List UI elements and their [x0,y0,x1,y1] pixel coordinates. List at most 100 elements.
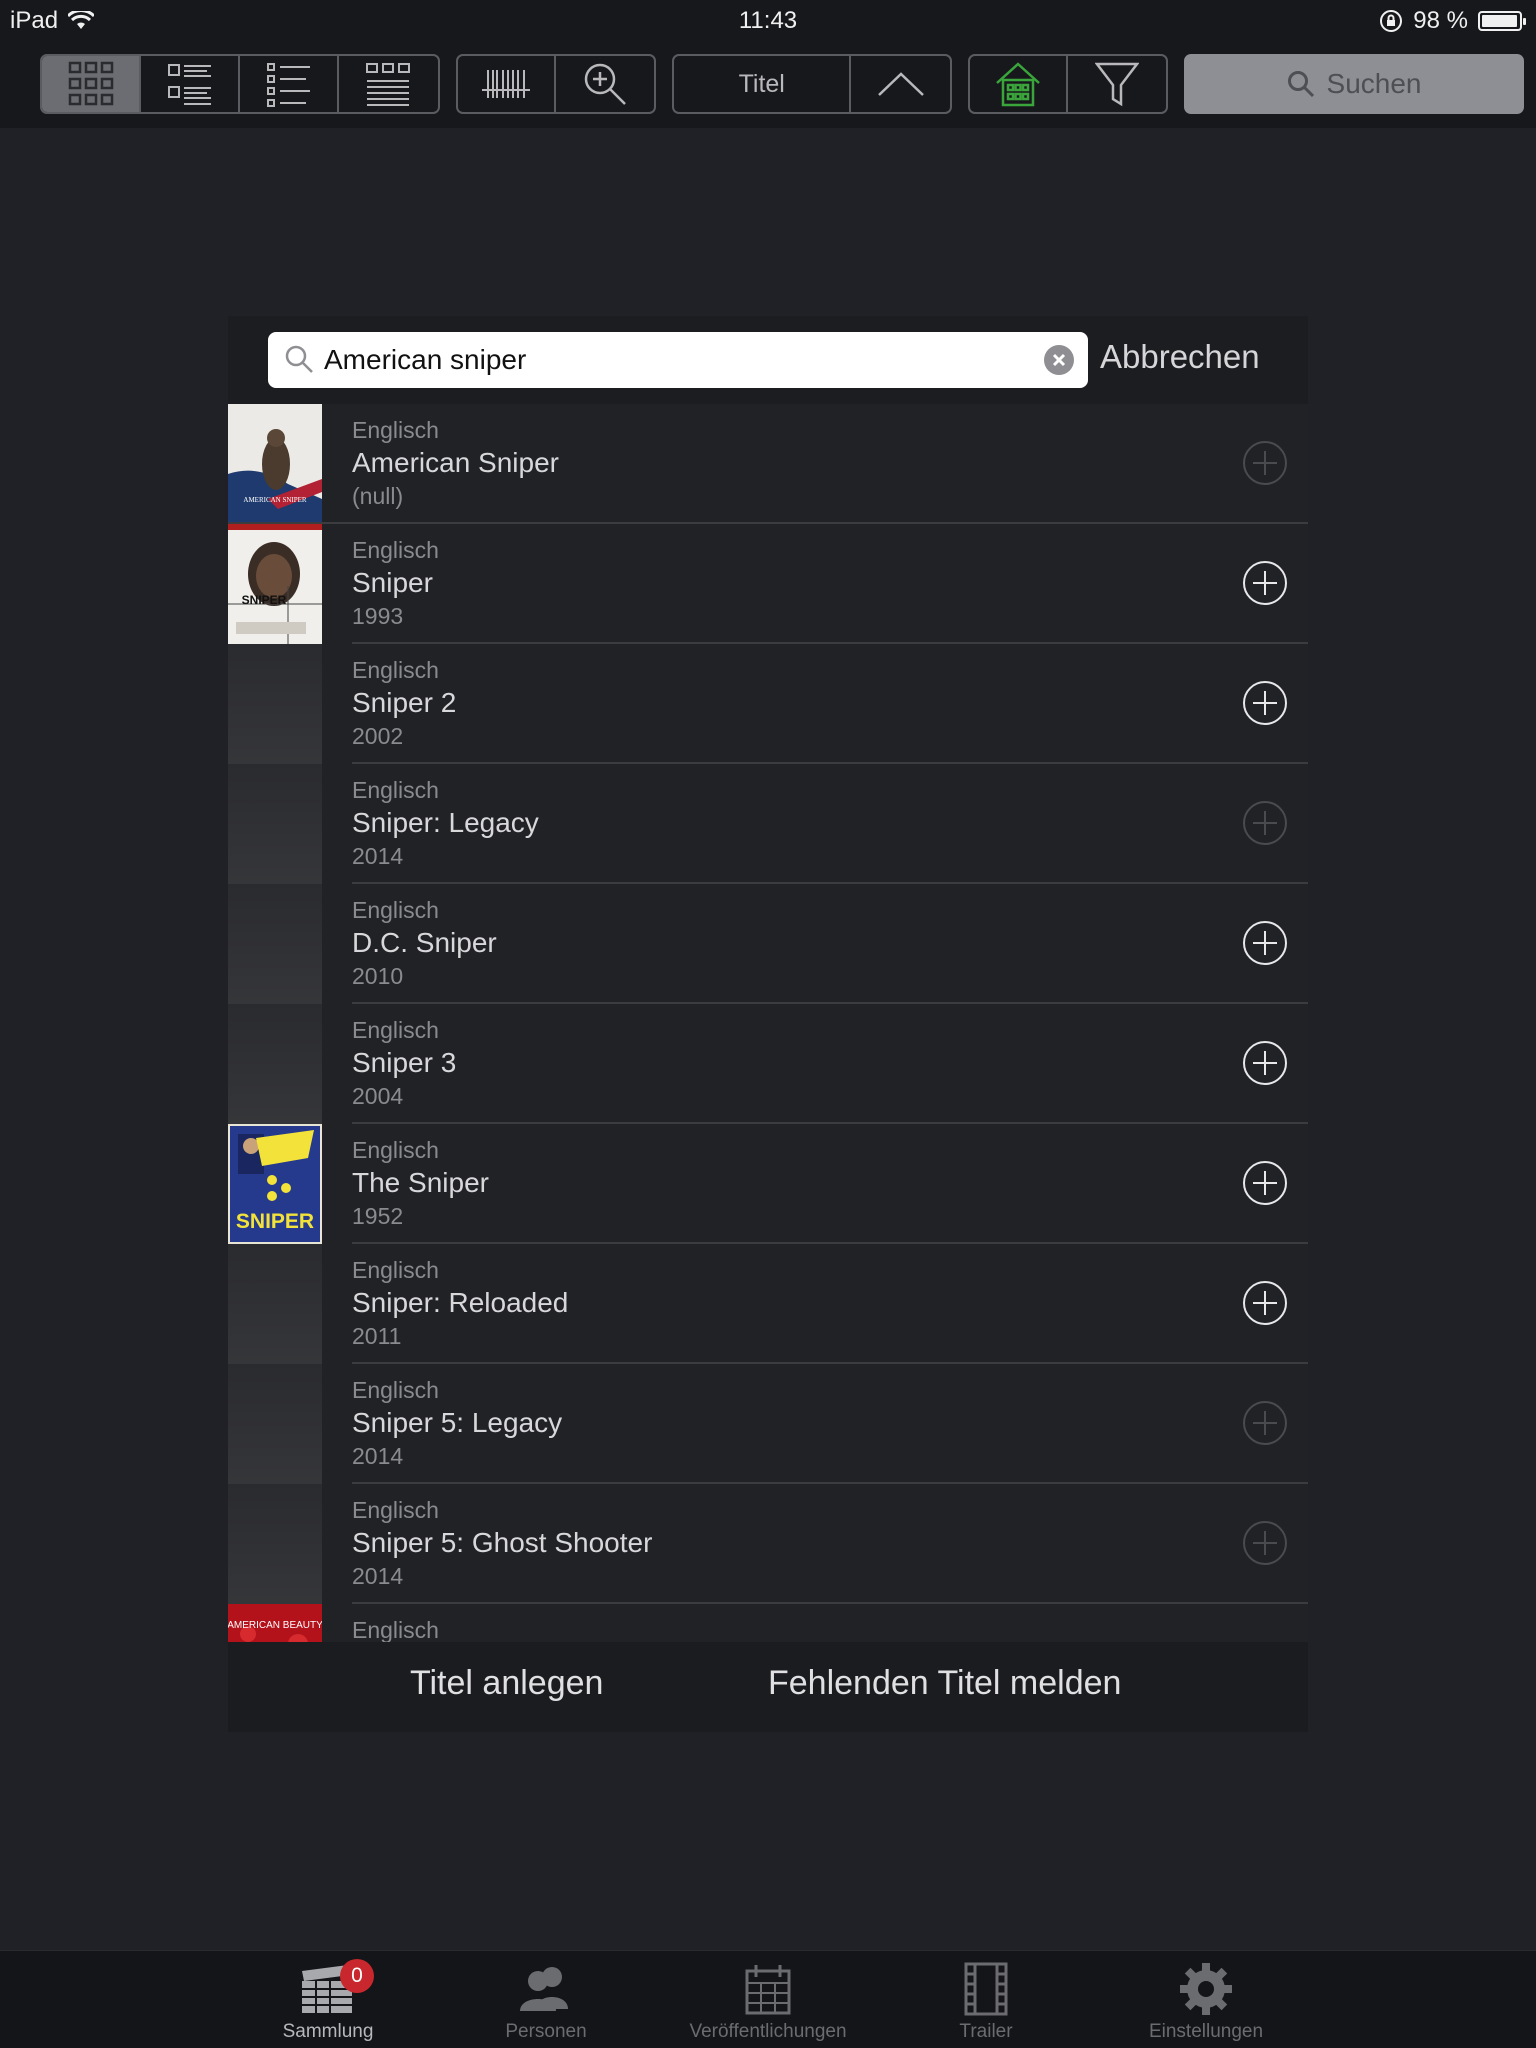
result-row[interactable]: Englisch Sniper: Reloaded 2011 [228,1244,1308,1364]
search-icon [285,345,313,373]
battery-percent: 98 % [1413,7,1468,34]
search-field[interactable] [268,332,1088,388]
result-language: Englisch [352,1497,439,1523]
tools-segment [456,54,656,114]
result-title: D.C. Sniper [352,927,497,958]
result-year: 2010 [352,963,404,989]
result-language: Englisch [352,537,439,563]
tab-einstellungen[interactable]: Einstellungen [1106,1959,1306,2043]
result-language: Englisch [352,417,439,443]
result-year: 1952 [352,1203,404,1229]
result-language: Englisch [352,1377,439,1403]
tab-trailer[interactable]: Trailer [886,1959,1086,2043]
search-button-label: Suchen [1326,68,1422,99]
search-input[interactable] [324,332,1024,388]
result-title: Sniper [352,567,433,598]
report-missing-title-button[interactable]: Fehlenden Titel melden [768,1664,1121,1703]
result-year: 1993 [352,603,404,629]
result-row[interactable]: AMERICAN SNIPER Englisch American Sniper (n… [228,404,1308,524]
plus-circle-icon [1243,921,1287,965]
list-view-button[interactable] [240,56,339,112]
popover-footer: Titel anlegen Fehlenden Titel melden [228,1642,1308,1732]
poster-title: AMERICAN BEAUTY [228,1620,322,1631]
add-title-button[interactable] [1242,440,1288,486]
result-row[interactable]: Englisch Sniper 5: Legacy 2014 [228,1364,1308,1484]
plus-circle-icon [1243,681,1287,725]
search-bar: Abbrechen [228,316,1308,404]
view-mode-segment [40,54,440,114]
plus-circle-icon [1243,1161,1287,1205]
gear-icon [1180,1963,1232,2015]
poster-placeholder [228,1364,322,1484]
list-icon [266,63,310,107]
result-row[interactable]: Englisch D.C. Sniper 2010 [228,884,1308,1004]
create-title-button[interactable]: Titel anlegen [410,1664,603,1703]
result-row[interactable]: Englisch Sniper 2 2002 [228,644,1308,764]
clear-search-button[interactable] [1044,345,1074,375]
poster-title: SNIPER [242,593,287,607]
plus-circle-icon [1243,801,1287,845]
detail-list-view-button[interactable] [141,56,240,112]
result-language: Englisch [352,1257,439,1283]
result-row[interactable]: AMERICAN BEAUTY Englisch [228,1604,1308,1642]
toolbar: Titel Suchen [0,40,1536,128]
cancel-button[interactable]: Abbrechen [1100,338,1260,376]
add-title-button[interactable] [1242,800,1288,846]
add-title-button[interactable] [1242,1520,1288,1566]
battery-icon [1478,11,1526,31]
result-row[interactable]: Englisch Sniper 3 2004 [228,1004,1308,1124]
result-row[interactable]: SNIPER Englisch Sniper 1993 [228,524,1308,644]
sort-direction-button[interactable] [851,56,950,112]
barcode-button[interactable] [458,56,557,112]
add-title-button[interactable] [1242,680,1288,726]
result-title: Sniper: Reloaded [352,1287,569,1318]
orientation-lock-icon [1380,10,1403,32]
zoom-button[interactable] [556,56,654,112]
result-row[interactable]: Englisch Sniper 5: Ghost Shooter 2014 [228,1484,1308,1604]
add-title-button[interactable] [1242,1280,1288,1326]
tab-personen[interactable]: Personen [446,1959,646,2043]
result-year: 2014 [352,1443,404,1469]
result-year: 2014 [352,1563,404,1589]
filter-button[interactable] [1068,56,1166,112]
poster-placeholder [228,884,322,1004]
film-strip-icon [964,1962,1008,2016]
home-icon [996,62,1040,107]
plus-circle-icon [1243,1401,1287,1445]
result-row[interactable]: Englisch Sniper: Legacy 2014 [228,764,1308,884]
grid-icon [68,61,113,106]
search-button[interactable]: Suchen [1184,54,1524,114]
cover-list-view-button[interactable] [339,56,438,112]
result-title: American Sniper [352,447,559,478]
result-language: Englisch [352,777,439,803]
tab-veroeffentlichungen[interactable]: Veröffentlichungen [668,1959,868,2043]
tab-label: Sammlung [282,2021,374,2042]
home-button[interactable] [970,56,1069,112]
status-right: 98 % [1379,7,1526,35]
add-title-button[interactable] [1242,920,1288,966]
result-row[interactable]: SNIPER Englisch The Sniper 1952 [228,1124,1308,1244]
plus-circle-icon [1243,441,1287,485]
plus-circle-icon [1243,1281,1287,1325]
filter-segment [968,54,1168,114]
zoom-in-icon [584,63,626,105]
result-title: Sniper 2 [352,687,457,718]
result-title: Sniper 5: Ghost Shooter [352,1527,653,1558]
add-title-button[interactable] [1242,560,1288,606]
grid-view-button[interactable] [42,56,141,112]
tab-sammlung[interactable]: 0 Sammlung [228,1959,428,2043]
plus-circle-icon [1243,1041,1287,1085]
filter-icon [1095,62,1139,107]
result-title: The Sniper [352,1167,489,1198]
add-title-button[interactable] [1242,1160,1288,1206]
add-title-button[interactable] [1242,1040,1288,1086]
add-title-button[interactable] [1242,1400,1288,1446]
result-title: Sniper: Legacy [352,807,539,838]
sort-field-button[interactable]: Titel [674,56,852,112]
calendar-icon [745,1965,791,2015]
people-icon [520,1967,568,2011]
result-year: 2004 [352,1083,404,1109]
plus-circle-icon [1243,561,1287,605]
poster-placeholder [228,764,322,884]
tab-label: Personen [505,2021,587,2042]
